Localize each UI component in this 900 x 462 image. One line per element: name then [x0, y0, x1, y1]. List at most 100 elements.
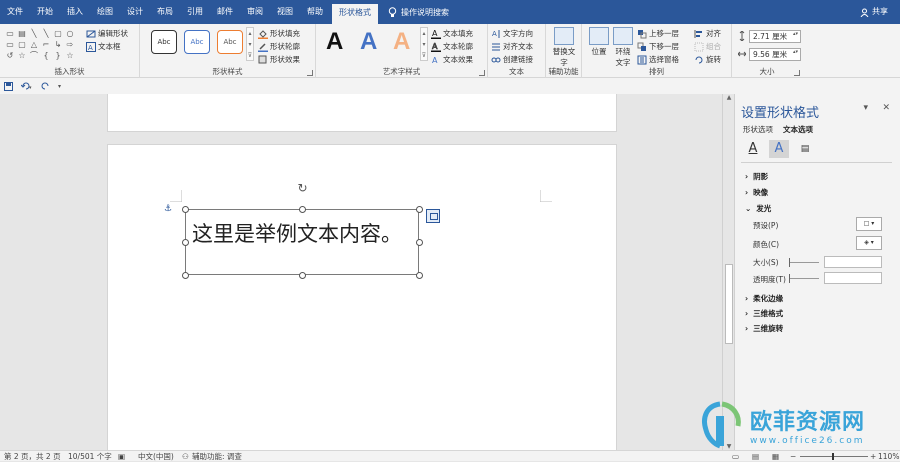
shape-icon[interactable]: ╲ — [40, 28, 52, 39]
shape-icon[interactable]: ☆ — [16, 50, 28, 61]
language-status[interactable]: 中文(中国) — [138, 451, 174, 462]
tab-mailings[interactable]: 邮件 — [210, 0, 240, 24]
wordart-style-1[interactable]: A — [326, 28, 343, 56]
text-effects-button[interactable]: A 文本效果 — [431, 53, 473, 66]
focus-mode-icon[interactable]: ▭ — [732, 451, 739, 462]
tab-insert[interactable]: 插入 — [60, 0, 90, 24]
shape-icon[interactable]: ⇨ — [64, 39, 76, 50]
shape-style-1[interactable]: Abc — [151, 30, 177, 54]
section-glow[interactable]: ⌄ 发光 — [745, 203, 771, 214]
zoom-in-icon[interactable]: + — [870, 451, 876, 462]
width-spinner[interactable]: 9.56 厘米 — [738, 47, 801, 61]
text-box-icon[interactable]: ▤ — [795, 140, 815, 158]
glow-transparency-slider[interactable] — [789, 274, 819, 283]
tab-references[interactable]: 引用 — [180, 0, 210, 24]
proofing-icon[interactable]: ▣ — [118, 451, 125, 462]
resize-handle[interactable] — [182, 206, 189, 213]
redo-icon[interactable] — [41, 82, 50, 91]
read-mode-icon[interactable]: ▤ — [752, 451, 759, 462]
tab-draw[interactable]: 绘图 — [90, 0, 120, 24]
print-layout-icon[interactable]: ▦ — [772, 451, 779, 462]
dialog-launcher-icon[interactable] — [307, 70, 313, 76]
tab-home[interactable]: 开始 — [30, 0, 60, 24]
resize-handle[interactable] — [416, 239, 423, 246]
wordart-scroller[interactable]: ▴ ▾ ⊽ — [420, 27, 428, 61]
glow-preset-button[interactable]: □ ▾ — [856, 217, 882, 231]
align-text-button[interactable]: 对齐文本 — [491, 40, 533, 53]
tab-design[interactable]: 设计 — [120, 0, 150, 24]
zoom-slider[interactable] — [800, 453, 868, 460]
resize-handle[interactable] — [182, 239, 189, 246]
resize-handle[interactable] — [416, 272, 423, 279]
shape-icon[interactable]: { — [40, 50, 52, 61]
wordart-style-2[interactable]: A — [360, 28, 377, 56]
create-link-button[interactable]: 创建链接 — [491, 53, 533, 66]
text-effects-icon[interactable]: A — [769, 140, 789, 158]
group-button[interactable]: 组合 — [694, 40, 721, 53]
layout-options-icon[interactable] — [426, 209, 440, 223]
text-fill-outline-icon[interactable]: A — [743, 140, 763, 158]
tab-review[interactable]: 审阅 — [240, 0, 270, 24]
tab-file[interactable]: 文件 — [0, 0, 30, 24]
shape-icon[interactable]: ╲ — [28, 28, 40, 39]
close-icon[interactable]: ✕ — [882, 103, 890, 113]
glow-transparency-field[interactable] — [824, 272, 882, 284]
shape-fill-button[interactable]: 形状填充 — [258, 27, 300, 40]
glow-color-button[interactable]: ◈ ▾ — [856, 236, 882, 250]
resize-handle[interactable] — [182, 272, 189, 279]
width-field[interactable]: 9.56 厘米 — [749, 47, 801, 61]
shape-style-2[interactable]: Abc — [184, 30, 210, 54]
section-3d-rotation[interactable]: › 三维旋转 — [745, 323, 783, 334]
section-shadow[interactable]: › 阴影 — [745, 171, 768, 182]
text-fill-button[interactable]: A 文本填充 — [431, 27, 473, 40]
tab-text-options[interactable]: 文本选项 — [783, 124, 813, 135]
shape-icon[interactable]: } — [52, 50, 64, 61]
resize-handle[interactable] — [416, 206, 423, 213]
page-count[interactable]: 第 2 页，共 2 页 — [4, 451, 61, 462]
document-scrollbar[interactable]: ▲ ▼ — [722, 94, 734, 450]
undo-icon[interactable]: ▾ — [21, 82, 33, 91]
pane-options-icon[interactable]: ▾ — [863, 103, 868, 113]
shapes-gallery[interactable]: ▭ ▤ ╲ ╲ ▢ ○ ▭ ▢ △ ⌐ ↳ ⇨ ↺ ☆ ⌒{} ☆ — [4, 28, 76, 61]
edit-shape-button[interactable]: 编辑形状 — [86, 27, 128, 40]
accessibility-status[interactable]: 辅助功能: 调查 — [192, 451, 242, 462]
anchor-icon[interactable]: ⚓ — [164, 204, 172, 214]
shape-icon[interactable]: ↳ — [52, 39, 64, 50]
shape-outline-button[interactable]: 形状轮廓 — [258, 40, 300, 53]
zoom-level[interactable]: 110% — [878, 451, 899, 462]
shape-icon[interactable]: ▭ — [4, 28, 16, 39]
tell-me-search[interactable]: 操作说明搜索 — [388, 6, 449, 18]
shape-styles-scroller[interactable]: ▴ ▾ ⊽ — [246, 27, 254, 61]
dialog-launcher-icon[interactable] — [794, 70, 800, 76]
height-field[interactable]: 2.71 厘米 — [749, 29, 801, 43]
bring-forward-button[interactable]: 上移一层 — [637, 27, 679, 40]
send-backward-button[interactable]: 下移一层 — [637, 40, 679, 53]
scrollbar-thumb[interactable] — [725, 264, 733, 344]
tab-help[interactable]: 帮助 — [300, 0, 330, 24]
shape-icon[interactable]: ▤ — [16, 28, 28, 39]
wrap-text-button[interactable]: 环绕文字 — [612, 27, 634, 68]
text-box-content[interactable]: 这里是举例文本内容。 — [192, 218, 402, 248]
alt-text-button[interactable]: 替换文字 — [552, 27, 576, 68]
shape-icon[interactable]: ⌐ — [40, 39, 52, 50]
word-count[interactable]: 10/501 个字 — [68, 451, 112, 462]
section-soft-edges[interactable]: › 柔化边缘 — [745, 293, 783, 304]
save-icon[interactable] — [4, 81, 13, 91]
resize-handle[interactable] — [299, 272, 306, 279]
rotate-handle-icon[interactable]: ↻ — [296, 182, 309, 195]
shape-icon[interactable]: ▭ — [4, 39, 16, 50]
text-box[interactable]: 这里是举例文本内容。 — [185, 209, 419, 275]
resize-handle[interactable] — [299, 206, 306, 213]
text-direction-button[interactable]: A 文字方向 — [491, 27, 533, 40]
accessibility-icon[interactable]: ⚇ — [182, 451, 189, 462]
shape-icon[interactable]: ○ — [64, 28, 76, 39]
text-box-button[interactable]: A 文本框 — [86, 40, 128, 53]
customize-toolbar-icon[interactable]: ▾ — [58, 83, 61, 90]
zoom-out-icon[interactable]: − — [790, 451, 796, 462]
glow-size-field[interactable] — [824, 256, 882, 268]
shape-icon[interactable]: ☆ — [64, 50, 76, 61]
shape-icon[interactable]: ⌒ — [28, 50, 40, 61]
dialog-launcher-icon[interactable] — [479, 70, 485, 76]
position-button[interactable]: 位置 — [588, 27, 610, 57]
selection-pane-button[interactable]: 选择窗格 — [637, 53, 679, 66]
